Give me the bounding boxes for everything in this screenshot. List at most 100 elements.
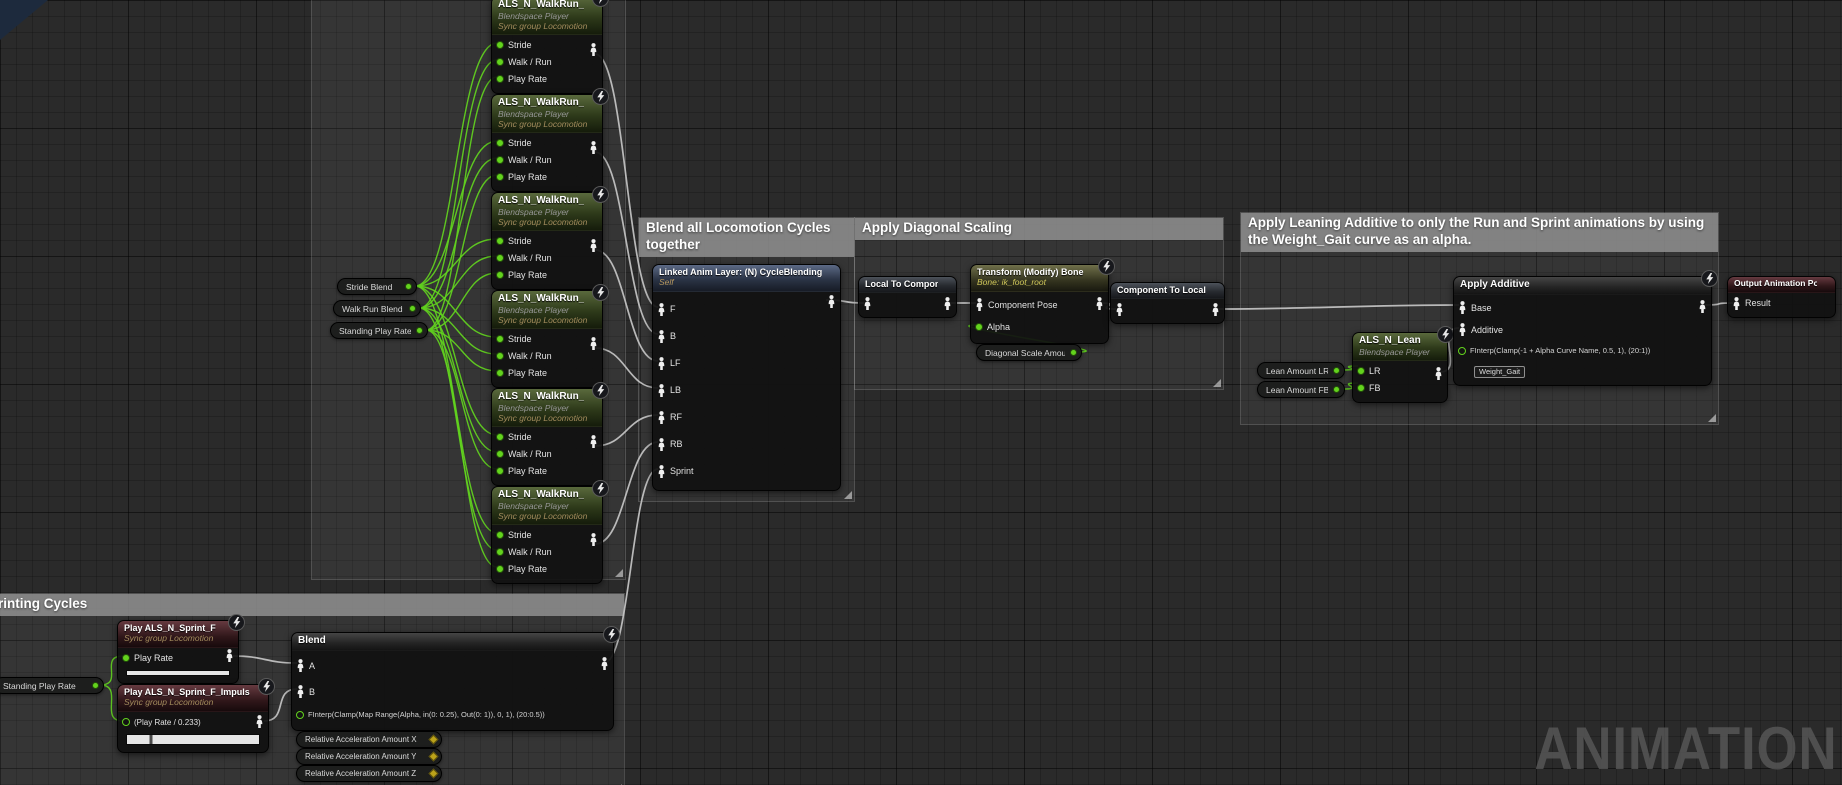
- pin-component-pose[interactable]: Component Pose: [975, 294, 1104, 316]
- pin-play-rate[interactable]: Play Rate: [496, 267, 598, 284]
- node-local-to-component[interactable]: Local To Component: [858, 276, 957, 318]
- pose-output-pin[interactable]: [1211, 303, 1220, 316]
- output-pin[interactable]: [1333, 386, 1340, 393]
- output-pin[interactable]: [429, 752, 439, 762]
- node-play-als-n-sprint-f[interactable]: Play ALS_N_Sprint_F Sync group Locomotio…: [117, 620, 239, 684]
- graph-canvas[interactable]: Blend all Locomotion Cycles together App…: [0, 0, 1842, 785]
- node-component-to-local[interactable]: Component To Local: [1110, 282, 1225, 324]
- node-als-n-walkrun-bl[interactable]: ALS_N_WalkRun_BL Blendspace Player Sync …: [491, 290, 603, 388]
- pin-stride[interactable]: Stride: [496, 429, 598, 446]
- pin-lr[interactable]: LR: [1357, 363, 1443, 380]
- pin-pose-through[interactable]: [863, 295, 952, 312]
- pin-walk-run[interactable]: Walk / Run: [496, 250, 598, 267]
- node-header[interactable]: ALS_N_WalkRun_BL Blendspace Player Sync …: [492, 291, 602, 329]
- pin-additive[interactable]: Additive: [1458, 319, 1707, 341]
- pose-output-pin[interactable]: [1095, 297, 1104, 310]
- variable-lean-amount-lr[interactable]: Lean Amount LR: [1257, 362, 1345, 379]
- pin-walk-run[interactable]: Walk / Run: [496, 152, 598, 169]
- pin-base[interactable]: Base: [1458, 297, 1707, 319]
- pin-pose-through[interactable]: [1115, 301, 1220, 318]
- output-pin[interactable]: [1333, 367, 1340, 374]
- pin-alpha-curve[interactable]: FInterp(Clamp(-1 + Alpha Curve Name, 0.5…: [1458, 341, 1707, 361]
- output-pin[interactable]: [429, 735, 439, 745]
- variable-stride-blend[interactable]: Stride Blend: [337, 278, 417, 295]
- pin-stride[interactable]: Stride: [496, 233, 598, 250]
- pin-b[interactable]: B: [296, 679, 609, 705]
- pin-play-rate[interactable]: Play Rate: [496, 561, 598, 578]
- comment-title[interactable]: rinting Cycles: [0, 594, 624, 616]
- variable-walk-run-blend[interactable]: Walk Run Blend: [333, 300, 421, 317]
- pin-rf[interactable]: RF: [657, 404, 836, 431]
- node-als-n-walkrun-fl[interactable]: ALS_N_WalkRun_FL Blendspace Player Sync …: [491, 192, 603, 290]
- pin-rb[interactable]: RB: [657, 431, 836, 458]
- pin-walk-run[interactable]: Walk / Run: [496, 348, 598, 365]
- output-pin[interactable]: [416, 327, 423, 334]
- pose-output-pin[interactable]: [225, 649, 234, 662]
- comment-title[interactable]: Apply Diagonal Scaling: [855, 218, 1223, 240]
- pose-output-pin[interactable]: [589, 141, 598, 154]
- pin-walk-run[interactable]: Walk / Run: [496, 544, 598, 561]
- node-header[interactable]: ALS_N_WalkRun_BR Blendspace Player Sync …: [492, 487, 602, 525]
- pin-f[interactable]: F: [657, 296, 836, 323]
- pose-output-pin[interactable]: [255, 715, 264, 728]
- pin-play-rate[interactable]: Play Rate: [496, 169, 598, 186]
- node-als-n-walkrun-br[interactable]: ALS_N_WalkRun_BR Blendspace Player Sync …: [491, 486, 603, 584]
- pose-output-pin[interactable]: [589, 43, 598, 56]
- pose-output-pin[interactable]: [600, 657, 609, 670]
- output-pin[interactable]: [409, 305, 416, 312]
- pin-stride[interactable]: Stride: [496, 37, 598, 54]
- node-header[interactable]: ALS_N_Lean Blendspace Player: [1353, 333, 1447, 361]
- node-header[interactable]: Play ALS_N_Sprint_F_Impulse Sync group L…: [118, 685, 268, 712]
- node-play-als-n-sprint-f-impulse[interactable]: Play ALS_N_Sprint_F_Impulse Sync group L…: [117, 684, 269, 753]
- pin-sprint[interactable]: Sprint: [657, 458, 836, 485]
- output-pin[interactable]: [405, 283, 412, 290]
- node-header[interactable]: ALS_N_WalkRun_FL Blendspace Player Sync …: [492, 193, 602, 231]
- pin-result[interactable]: Result: [1732, 295, 1831, 312]
- variable-relative-acceleration-x[interactable]: Relative Acceleration Amount X: [296, 731, 442, 748]
- pin-play-rate[interactable]: Play Rate: [496, 463, 598, 480]
- pin-play-rate[interactable]: Play Rate: [122, 650, 234, 667]
- node-blend[interactable]: Blend A B FInterp(Clamp(Map Range(Alpha,…: [291, 632, 614, 731]
- node-linked-anim-layer[interactable]: Linked Anim Layer: (N) CycleBlending Sel…: [652, 264, 841, 491]
- pin-lb[interactable]: LB: [657, 377, 836, 404]
- node-header[interactable]: Local To Component: [859, 277, 956, 293]
- pin-stride[interactable]: Stride: [496, 527, 598, 544]
- pin-stride[interactable]: Stride: [496, 135, 598, 152]
- node-header[interactable]: ALS_N_WalkRun_F Blendspace Player Sync g…: [492, 0, 602, 35]
- node-header[interactable]: Transform (Modify) Bone Bone: ik_foot_ro…: [971, 265, 1108, 292]
- pin-alpha[interactable]: Alpha: [975, 316, 1104, 338]
- pin-walk-run[interactable]: Walk / Run: [496, 54, 598, 71]
- pose-output-pin[interactable]: [1434, 367, 1443, 380]
- node-als-n-lean[interactable]: ALS_N_Lean Blendspace Player LR FB: [1352, 332, 1448, 403]
- variable-standing-play-rate[interactable]: Standing Play Rate: [330, 322, 428, 339]
- pin-play-rate[interactable]: Play Rate: [496, 71, 598, 88]
- pin-b[interactable]: B: [657, 323, 836, 350]
- node-als-n-walkrun-fr[interactable]: ALS_N_WalkRun_FR Blendspace Player Sync …: [491, 388, 603, 486]
- pin-alpha-expr[interactable]: FInterp(Clamp(Map Range(Alpha, in(0: 0.2…: [296, 705, 609, 725]
- pin-play-rate-expr[interactable]: (Play Rate / 0.233): [122, 714, 264, 731]
- pose-output-pin[interactable]: [589, 533, 598, 546]
- pin-a[interactable]: A: [296, 653, 609, 679]
- node-header[interactable]: Output Animation Pose: [1728, 277, 1835, 293]
- node-output-animation-pose[interactable]: Output Animation Pose Result: [1727, 276, 1836, 318]
- pose-output-pin[interactable]: [589, 435, 598, 448]
- pose-output-pin[interactable]: [589, 337, 598, 350]
- pin-walk-run[interactable]: Walk / Run: [496, 446, 598, 463]
- pose-output-pin[interactable]: [943, 297, 952, 310]
- node-als-n-walkrun-f[interactable]: ALS_N_WalkRun_F Blendspace Player Sync g…: [491, 0, 603, 94]
- node-apply-additive[interactable]: Apply Additive Base Additive FInterp(Cla…: [1453, 276, 1712, 386]
- node-header[interactable]: Blend: [292, 633, 613, 651]
- node-header[interactable]: Play ALS_N_Sprint_F Sync group Locomotio…: [118, 621, 238, 648]
- pose-output-pin[interactable]: [1698, 300, 1707, 313]
- variable-lean-amount-fb[interactable]: Lean Amount FB: [1257, 381, 1345, 398]
- node-header[interactable]: Apply Additive: [1454, 277, 1711, 295]
- comment-title[interactable]: Apply Leaning Additive to only the Run a…: [1241, 213, 1718, 252]
- output-pin[interactable]: [429, 769, 439, 779]
- pose-output-pin[interactable]: [827, 295, 836, 308]
- node-header[interactable]: ALS_N_WalkRun_B Blendspace Player Sync g…: [492, 95, 602, 133]
- node-header[interactable]: ALS_N_WalkRun_FR Blendspace Player Sync …: [492, 389, 602, 427]
- node-header[interactable]: Linked Anim Layer: (N) CycleBlending Sel…: [653, 265, 840, 292]
- variable-relative-acceleration-y[interactable]: Relative Acceleration Amount Y: [296, 748, 442, 765]
- pin-fb[interactable]: FB: [1357, 380, 1443, 397]
- node-header[interactable]: Component To Local: [1111, 283, 1224, 299]
